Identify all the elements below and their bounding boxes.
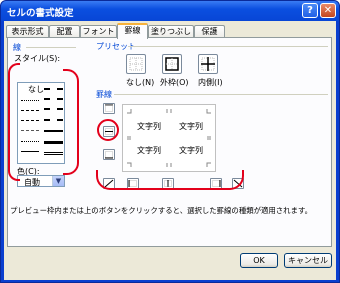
style-dash-dot-option[interactable]: [21, 120, 39, 121]
style-double-option[interactable]: [44, 152, 63, 155]
preset-inside-button[interactable]: [198, 54, 218, 74]
preset-none-button[interactable]: [126, 54, 146, 74]
hint-text: プレビュー枠内または上のボタンをクリックすると、選択した罫線の種類が適用されます…: [10, 206, 312, 215]
window-title: セルの書式設定: [7, 8, 74, 19]
tab-border[interactable]: 罫線: [117, 23, 148, 39]
border-top-button[interactable]: [103, 103, 115, 114]
border-group-title: 罫線: [96, 90, 112, 99]
border-preview[interactable]: 文字列 文字列 文字列 文字列: [122, 104, 216, 172]
style-medium-dash-dot-dot-option[interactable]: [44, 88, 63, 90]
style-slant-dash-option[interactable]: [44, 98, 63, 100]
dialog-window: セルの書式設定 ? ✕ 表示形式 配置 フォント 罫線 塗りつぶし 保護 線 ス…: [0, 0, 340, 283]
border-top-icon: [105, 104, 113, 112]
cancel-button[interactable]: キャンセル: [284, 253, 332, 268]
line-group-divider: [26, 47, 76, 48]
border-inside-horizontal-icon: [105, 128, 113, 135]
preset-group-divider: [128, 46, 328, 47]
chevron-down-icon[interactable]: ▼: [52, 176, 64, 186]
style-dashed-option[interactable]: [21, 130, 39, 131]
border-diagonal-up-button[interactable]: [103, 178, 115, 189]
border-group-divider: [114, 94, 328, 95]
preset-outline-label: 外枠(O): [160, 78, 189, 87]
title-bar[interactable]: セルの書式設定 ? ✕: [1, 1, 339, 21]
color-dropdown[interactable]: 自動 ▼: [17, 175, 65, 187]
preset-none-icon: [129, 57, 143, 71]
style-dotted-option[interactable]: [21, 100, 39, 101]
style-dash-dot-dot-option[interactable]: [21, 110, 39, 111]
style-medium-option[interactable]: [44, 130, 63, 132]
border-left-icon: [128, 180, 137, 187]
preset-outline-button[interactable]: [162, 54, 182, 74]
border-right-icon: [212, 180, 221, 187]
preset-none-label: なし(N): [126, 78, 155, 87]
border-right-button[interactable]: [210, 178, 222, 189]
style-none-option[interactable]: なし: [28, 84, 44, 95]
help-button[interactable]: ?: [302, 3, 318, 18]
border-bottom-icon: [105, 151, 113, 159]
style-thick-option[interactable]: [44, 141, 63, 144]
border-left-button[interactable]: [127, 178, 139, 189]
line-style-list[interactable]: なし: [17, 82, 65, 164]
close-button[interactable]: ✕: [320, 3, 336, 18]
preset-inside-icon: [201, 57, 215, 71]
color-value: 自動: [24, 178, 40, 187]
ok-button[interactable]: OK: [240, 253, 278, 268]
dialog-client: 表示形式 配置 フォント 罫線 塗りつぶし 保護 線 スタイル(S): なし 色…: [4, 21, 336, 280]
style-medium-dash-dot-option[interactable]: [44, 108, 63, 110]
preset-outline-icon: [165, 57, 179, 71]
border-inside-vertical-icon: [164, 180, 172, 187]
preset-inside-label: 内側(I): [198, 78, 223, 87]
style-thin-option[interactable]: [21, 151, 39, 152]
border-bottom-button[interactable]: [103, 149, 115, 160]
preview-corner-marks: [127, 109, 211, 167]
border-diagonal-down-button[interactable]: [232, 178, 244, 189]
style-hair-option[interactable]: [21, 141, 39, 142]
style-label: スタイル(S):: [14, 54, 61, 63]
border-diagonal-down-icon: [233, 179, 243, 188]
line-group-title: 線: [13, 43, 21, 52]
border-diagonal-up-icon: [104, 179, 114, 188]
style-medium-dashed-option[interactable]: [44, 119, 63, 121]
border-inside-horizontal-button[interactable]: [103, 126, 115, 137]
border-inside-vertical-button[interactable]: [162, 178, 174, 189]
